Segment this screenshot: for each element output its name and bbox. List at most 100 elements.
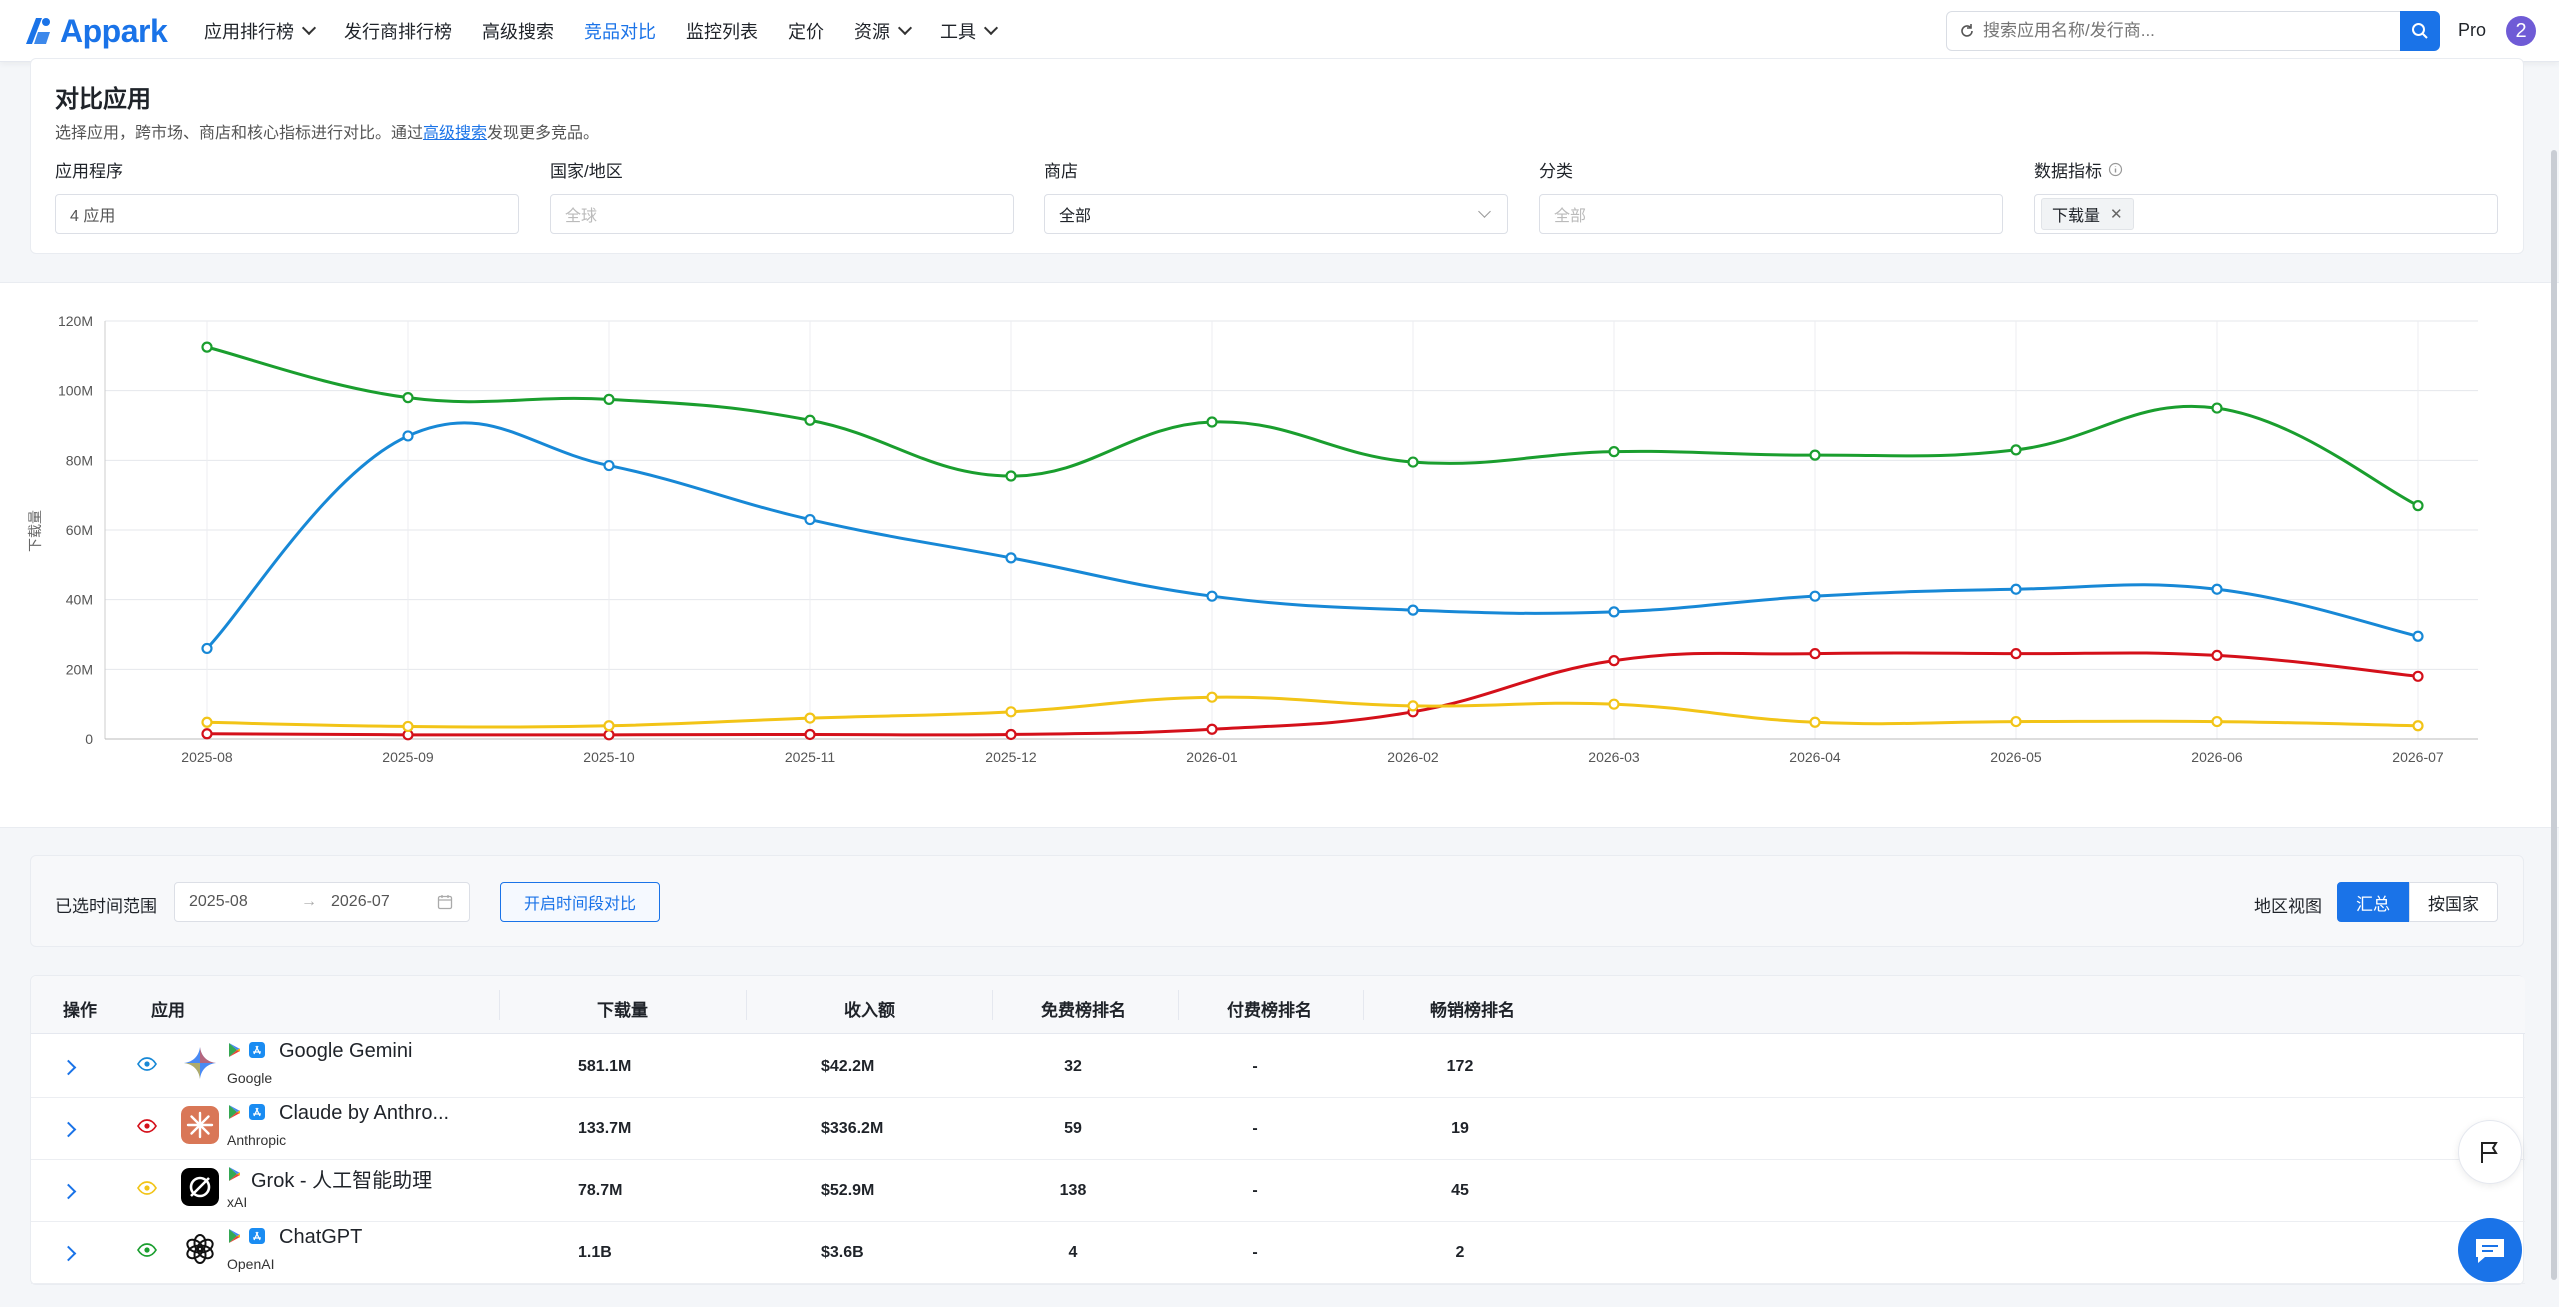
info-icon[interactable]	[2108, 162, 2123, 177]
nav-label: 资源	[854, 22, 890, 42]
data-point	[2010, 583, 2022, 595]
chevron-down-icon	[301, 20, 317, 36]
table-row[interactable]: Grok - 人工智能助理 xAI 78.7M $52.9M 138 - 45	[31, 1160, 2525, 1222]
data-point	[2412, 500, 2424, 512]
nav-item-7[interactable]: 工具	[940, 18, 999, 44]
table-row[interactable]: ChatGPT OpenAI 1.1B $3.6B 4 - 2	[31, 1222, 2525, 1284]
paid-rank-cell: -	[1252, 1058, 1258, 1075]
col-free-rank[interactable]: 免费榜排名	[1041, 996, 1126, 1021]
search-box[interactable]	[1946, 11, 2401, 51]
chat-button[interactable]	[2458, 1218, 2522, 1282]
scrollbar[interactable]	[2551, 150, 2557, 1280]
grossing-rank-cell: 45	[1451, 1182, 1469, 1199]
eye-icon[interactable]	[137, 1057, 157, 1071]
nav-item-0[interactable]: 应用排行榜	[204, 18, 317, 44]
metric-filter: 数据指标 下载量 ✕	[2034, 157, 2498, 234]
chevron-down-icon	[897, 20, 913, 36]
app-name[interactable]: Grok - 人工智能助理	[251, 1164, 432, 1193]
nav-item-2[interactable]: 高级搜索	[482, 18, 554, 44]
publisher-name[interactable]: OpenAI	[227, 1256, 274, 1272]
data-point	[201, 341, 213, 353]
revenue-cell: $3.6B	[821, 1244, 864, 1261]
store-icons	[227, 1166, 243, 1182]
x-tick-label: 2026-06	[2191, 749, 2243, 765]
expand-chevron-icon[interactable]	[60, 1059, 77, 1076]
expand-chevron-icon[interactable]	[60, 1121, 77, 1138]
plan-label[interactable]: Pro	[2458, 20, 2486, 41]
downloads-cell: 133.7M	[578, 1120, 632, 1137]
nav-item-1[interactable]: 发行商排行榜	[344, 18, 452, 44]
summary-toggle[interactable]: 汇总	[2337, 882, 2409, 922]
range-start[interactable]: 2025-08	[189, 893, 248, 911]
brand-logo[interactable]: Appark	[22, 12, 168, 50]
data-point	[1608, 606, 1620, 618]
eye-icon[interactable]	[137, 1243, 157, 1257]
arrow-right-icon: →	[301, 893, 317, 910]
data-point	[2211, 583, 2223, 595]
y-tick-label: 60M	[66, 522, 93, 538]
avatar[interactable]: 2	[2506, 16, 2536, 46]
data-point	[1407, 604, 1419, 616]
nav-item-5[interactable]: 定价	[788, 18, 824, 44]
col-paid-rank[interactable]: 付费榜排名	[1227, 996, 1312, 1021]
store-select[interactable]: 全部	[1044, 194, 1508, 234]
downloads-cell: 1.1B	[578, 1244, 612, 1261]
close-icon[interactable]: ✕	[2110, 205, 2123, 223]
top-bar: Appark 应用排行榜 发行商排行榜 高级搜索 竞品对比 监控列表 定价 资源 工具 Pro…	[0, 0, 2559, 62]
metric-select[interactable]: 下载量 ✕	[2034, 194, 2498, 234]
date-range-picker[interactable]: 2025-08 → 2026-07	[174, 882, 470, 922]
data-point	[1005, 552, 1017, 564]
apps-select[interactable]: 4 应用	[55, 194, 519, 234]
table-row[interactable]: Claude by Anthro... Anthropic 133.7M $336.2…	[31, 1098, 2525, 1160]
data-point	[1206, 691, 1218, 703]
publisher-name[interactable]: xAI	[227, 1194, 247, 1210]
table-row[interactable]: Google Gemini Google 581.1M $42.2M 32 - 172	[31, 1036, 2525, 1098]
nav-item-6[interactable]: 资源	[854, 18, 913, 44]
search-input[interactable]	[1983, 21, 2363, 41]
range-end[interactable]: 2026-07	[331, 893, 390, 911]
app-store-icon	[249, 1228, 265, 1244]
app-name[interactable]: Google Gemini	[279, 1040, 412, 1063]
data-point	[2211, 715, 2223, 728]
publisher-name[interactable]: Google	[227, 1070, 272, 1086]
col-downloads[interactable]: 下载量	[597, 996, 648, 1021]
category-filter-label: 分类	[1539, 162, 1573, 181]
app-icon[interactable]	[181, 1044, 219, 1082]
free-rank-cell: 32	[1064, 1058, 1082, 1075]
expand-chevron-icon[interactable]	[60, 1183, 77, 1200]
nav-item-3[interactable]: 竞品对比	[584, 18, 656, 44]
data-point	[1407, 456, 1419, 468]
app-icon[interactable]	[181, 1168, 219, 1206]
compare-period-button[interactable]: 开启时间段对比	[500, 882, 660, 922]
revenue-cell: $336.2M	[821, 1120, 884, 1137]
feedback-button[interactable]	[2458, 1120, 2522, 1184]
store-filter-label: 商店	[1044, 162, 1078, 181]
x-tick-label: 2026-04	[1789, 749, 1841, 765]
publisher-name[interactable]: Anthropic	[227, 1132, 286, 1148]
by-country-toggle[interactable]: 按国家	[2409, 882, 2498, 922]
app-name[interactable]: Claude by Anthro...	[279, 1102, 449, 1125]
app-icon[interactable]	[181, 1230, 219, 1268]
eye-icon[interactable]	[137, 1119, 157, 1133]
nav-item-4[interactable]: 监控列表	[686, 18, 758, 44]
col-revenue[interactable]: 收入额	[844, 996, 895, 1021]
eye-icon[interactable]	[137, 1181, 157, 1195]
col-grossing-rank[interactable]: 畅销榜排名	[1430, 996, 1515, 1021]
nav-label: 发行商排行榜	[344, 22, 452, 42]
search-icon	[2412, 23, 2428, 39]
region-select[interactable]: 全球	[550, 194, 1014, 234]
y-tick-label: 40M	[66, 592, 93, 608]
x-tick-label: 2025-09	[382, 749, 434, 765]
region-filter: 国家/地区 全球	[550, 157, 1014, 234]
app-icon[interactable]	[181, 1106, 219, 1144]
region-view-toggle: 汇总 按国家	[2337, 882, 2498, 922]
data-point	[2010, 648, 2022, 660]
col-app: 应用	[151, 1001, 185, 1020]
app-name[interactable]: ChatGPT	[279, 1226, 362, 1249]
category-select[interactable]: 全部	[1539, 194, 2003, 234]
data-point	[1608, 655, 1620, 667]
advanced-search-link[interactable]: 高级搜索	[423, 125, 487, 142]
expand-chevron-icon[interactable]	[60, 1245, 77, 1262]
data-point	[1005, 706, 1017, 718]
search-button[interactable]	[2400, 11, 2440, 51]
